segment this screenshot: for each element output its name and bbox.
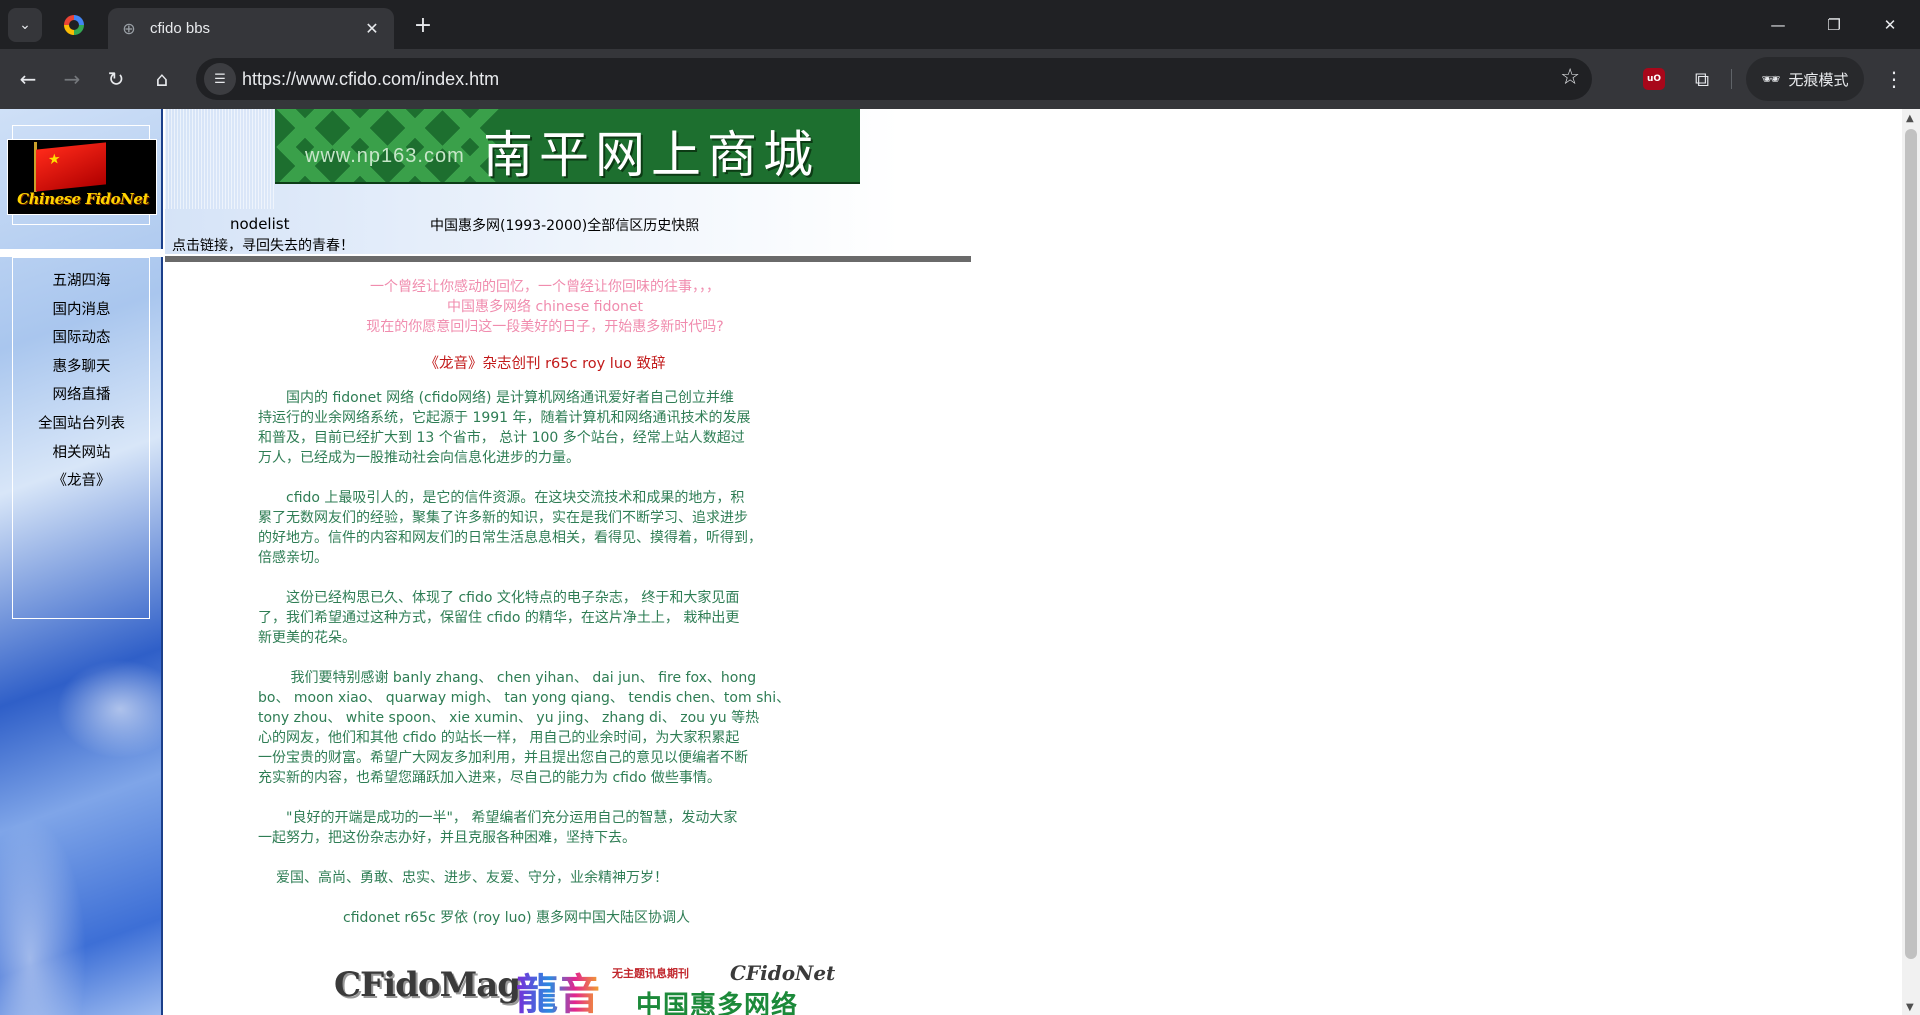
np163-banner[interactable]: www.np163.com 南平网上商城 bbox=[275, 109, 860, 184]
window-close-icon[interactable]: ✕ bbox=[1862, 0, 1918, 49]
ublock-extension-icon[interactable]: uO bbox=[1643, 68, 1665, 90]
intro-text: 一个曾经让你感动的回忆，一个曾经让你回味的往事，，， 中国惠多网络 chines… bbox=[235, 277, 855, 337]
toolbar-divider bbox=[1731, 69, 1732, 89]
intro-line: 一个曾经让你感动的回忆，一个曾经让你回味的往事，，， bbox=[370, 279, 720, 295]
paragraph-line: 充实新的内容，也希望您踊跃加入进来，尽自己的能力为 cfido 做些事情。 bbox=[258, 770, 721, 786]
article-headline: 《龙音》杂志创刊 r65c roy luo 致辞 bbox=[424, 356, 666, 372]
article-paragraph: cfido 上最吸引人的，是它的信件资源。在这块交流技术和成果的地方，积 累了无… bbox=[258, 488, 814, 568]
paragraph-line: 了，我们希望通过这种方式，保留住 cfido 的精华，在这片净土上， 栽种出更 bbox=[258, 610, 740, 626]
incognito-label: 无痕模式 bbox=[1788, 70, 1849, 89]
publication-subtitle: 无主题讯息期刊 bbox=[612, 967, 689, 980]
sidebar-item-international[interactable]: 国际动态 bbox=[0, 324, 163, 353]
chinese-fidonet-logo[interactable]: ★ Chinese FidoNet bbox=[7, 139, 157, 215]
horizontal-rule bbox=[165, 256, 971, 262]
paragraph-line: 新更美的花朵。 bbox=[258, 630, 356, 646]
paragraph-line: cfido 上最吸引人的，是它的信件资源。在这块交流技术和成果的地方，积 bbox=[258, 490, 745, 506]
tagline: 点击链接，寻回失去的青春！ bbox=[172, 238, 354, 254]
sidebar-item-longyin[interactable]: 《龙音》 bbox=[0, 467, 163, 496]
banner-title: 南平网上商城 bbox=[483, 126, 819, 184]
logo-text: Chinese FidoNet bbox=[17, 190, 149, 208]
signature-text: cfidonet r65c 罗依 (roy luo) 惠多网中国大陆区协调人 bbox=[343, 910, 691, 926]
china-fido-network-wordmark: 中国惠多网络 bbox=[636, 991, 799, 1015]
scrollbar-thumb[interactable] bbox=[1905, 129, 1917, 959]
sidebar-item-wuhusihai[interactable]: 五湖四海 bbox=[0, 267, 163, 296]
article-paragraph: 这份已经构思已久、体现了 cfido 文化特点的电子杂志， 终于和大家见面 了，… bbox=[258, 588, 814, 648]
tab-title: cfido bbs bbox=[150, 20, 211, 37]
paragraph-line: 万人，已经成为一股推动社会向信息化进步的力量。 bbox=[258, 450, 580, 466]
paragraph-line: 这份已经构思已久、体现了 cfido 文化特点的电子杂志， 终于和大家见面 bbox=[258, 590, 740, 606]
paragraph-line: "良好的开端是成功的一半"， 希望编者们充分运用自己的智慧，发动大家 bbox=[258, 810, 738, 826]
home-icon[interactable]: ⌂ bbox=[146, 63, 178, 95]
paragraph-line: bo、 moon xiao、 quarway migh、 tan yong qi… bbox=[258, 690, 791, 706]
cfidonet-wordmark: CFidoNet bbox=[730, 961, 836, 985]
new-tab-button[interactable]: + bbox=[408, 10, 438, 40]
history-snapshot-link[interactable]: 中国惠多网(1993-2000)全部信区历史快照 bbox=[430, 215, 699, 235]
intro-line: 中国惠多网络 chinese fidonet bbox=[447, 299, 643, 315]
paragraph-line: 累了无数网友们的经验，聚集了许多新的知识，实在是我们不断学习、追求进步 bbox=[258, 510, 748, 526]
cfidomag-wordmark: CFidoMag bbox=[334, 965, 521, 1005]
incognito-icon: 🕶 bbox=[1761, 70, 1781, 88]
intro-line: 现在的你愿意回归这一段美好的日子，开始惠多新时代吗? bbox=[366, 319, 724, 335]
sidebar-item-fido-chat[interactable]: 惠多聊天 bbox=[0, 353, 163, 382]
nodelist-link[interactable]: nodelist bbox=[230, 215, 289, 233]
bookmark-star-icon[interactable]: ☆ bbox=[1560, 65, 1580, 90]
forward-icon[interactable]: → bbox=[56, 63, 88, 95]
active-tab[interactable]: ⊕ cfido bbs ✕ bbox=[108, 8, 394, 49]
restore-icon[interactable]: ❐ bbox=[1806, 0, 1862, 49]
incognito-button[interactable]: 🕶 无痕模式 bbox=[1746, 57, 1864, 101]
globe-icon: ⊕ bbox=[122, 18, 136, 38]
tab-strip: ⌄ ⊕ cfido bbs ✕ + — ❐ ✕ bbox=[0, 0, 1920, 49]
reload-icon[interactable]: ↻ bbox=[100, 63, 132, 95]
header-stripes bbox=[165, 109, 275, 209]
close-icon[interactable]: ✕ bbox=[360, 17, 384, 41]
sidebar-item-station-list[interactable]: 全国站台列表 bbox=[0, 410, 163, 439]
paragraph-line: 心的网友，他们和其他 cfido 的站长一样， 用自己的业余时间，为大家积累起 bbox=[258, 730, 740, 746]
paragraph-line: 一起努力，把这份杂志办好，并且克服各种困难，坚持下去。 bbox=[258, 830, 636, 846]
url-text[interactable]: https://www.cfido.com/index.htm bbox=[242, 69, 499, 90]
paragraph-line: 一份宝贵的财富。希望广大网友多加利用，并且提出您自己的意见以便编者不断 bbox=[258, 750, 748, 766]
page-viewport: ★ Chinese FidoNet 五湖四海 国内消息 国际动态 惠多聊天 网络… bbox=[0, 109, 1920, 1015]
longyin-wordmark: 龍音 bbox=[516, 961, 600, 1015]
article-paragraph: "良好的开端是成功的一半"， 希望编者们充分运用自己的智慧，发动大家 一起努力，… bbox=[258, 808, 814, 848]
banner-url: www.np163.com bbox=[305, 145, 465, 167]
motto-text: 爱国、高尚、勇敢、忠实、进步、友爱、守分，业余精神万岁！ bbox=[276, 870, 668, 886]
paragraph-line: 持运行的业余网络系统，它起源于 1991 年，随着计算机和网络通讯技术的发展 bbox=[258, 410, 751, 426]
china-flag-icon: ★ bbox=[36, 142, 106, 192]
sidebar-menu: 五湖四海 国内消息 国际动态 惠多聊天 网络直播 全国站台列表 相关网站 《龙音… bbox=[0, 267, 163, 496]
cfidomag-logo[interactable]: CFidoMag 龍音 无主题讯息期刊 CFidoNet 中国惠多网络 bbox=[334, 961, 835, 1015]
address-bar[interactable]: ☰ https://www.cfido.com/index.htm ☆ bbox=[196, 58, 1592, 100]
article-paragraph: 我们要特别感谢 banly zhang、 chen yihan、 dai jun… bbox=[258, 668, 814, 788]
paragraph-line: 的好地方。信件的内容和网友们的日常生活息息相关，看得见、摸得着，听得到， bbox=[258, 530, 762, 546]
paragraph-line: 和普及，目前已经扩大到 13 个省市， 总计 100 多个站台，经常上站人数超过 bbox=[258, 430, 745, 446]
kebab-menu-icon[interactable]: ⋮ bbox=[1878, 63, 1910, 95]
paragraph-line: tony zhou、 white spoon、 xie xumin、 yu ji… bbox=[258, 710, 760, 726]
google-icon bbox=[64, 15, 84, 35]
sidebar-item-domestic-news[interactable]: 国内消息 bbox=[0, 296, 163, 325]
back-icon[interactable]: ← bbox=[12, 63, 44, 95]
left-sidebar: ★ Chinese FidoNet 五湖四海 国内消息 国际动态 惠多聊天 网络… bbox=[0, 109, 163, 1015]
paragraph-line: 我们要特别感谢 banly zhang、 chen yihan、 dai jun… bbox=[258, 670, 757, 686]
scroll-down-icon[interactable]: ▼ bbox=[1906, 1002, 1914, 1013]
sidebar-divider bbox=[0, 249, 163, 257]
extensions-icon[interactable]: ⧉ bbox=[1686, 63, 1718, 95]
article-paragraph: 国内的 fidonet 网络 (cfido网络) 是计算机网络通讯爱好者自己创立… bbox=[258, 388, 814, 468]
sidebar-item-related-sites[interactable]: 相关网站 bbox=[0, 439, 163, 468]
paragraph-line: 倍感亲切。 bbox=[258, 550, 328, 566]
site-info-icon[interactable]: ☰ bbox=[204, 63, 236, 95]
chevron-down-icon: ⌄ bbox=[19, 17, 31, 33]
browser-toolbar: ← → ↻ ⌂ ☰ https://www.cfido.com/index.ht… bbox=[0, 49, 1920, 109]
vertical-scrollbar[interactable]: ▲ ▼ bbox=[1902, 109, 1920, 1015]
tab-search-button[interactable]: ⌄ bbox=[8, 8, 42, 42]
pinned-google-tab[interactable] bbox=[56, 8, 92, 42]
paragraph-line: 国内的 fidonet 网络 (cfido网络) 是计算机网络通讯爱好者自己创立… bbox=[258, 390, 734, 406]
scroll-up-icon[interactable]: ▲ bbox=[1906, 113, 1914, 124]
minimize-icon[interactable]: — bbox=[1750, 0, 1806, 49]
sidebar-item-live[interactable]: 网络直播 bbox=[0, 381, 163, 410]
